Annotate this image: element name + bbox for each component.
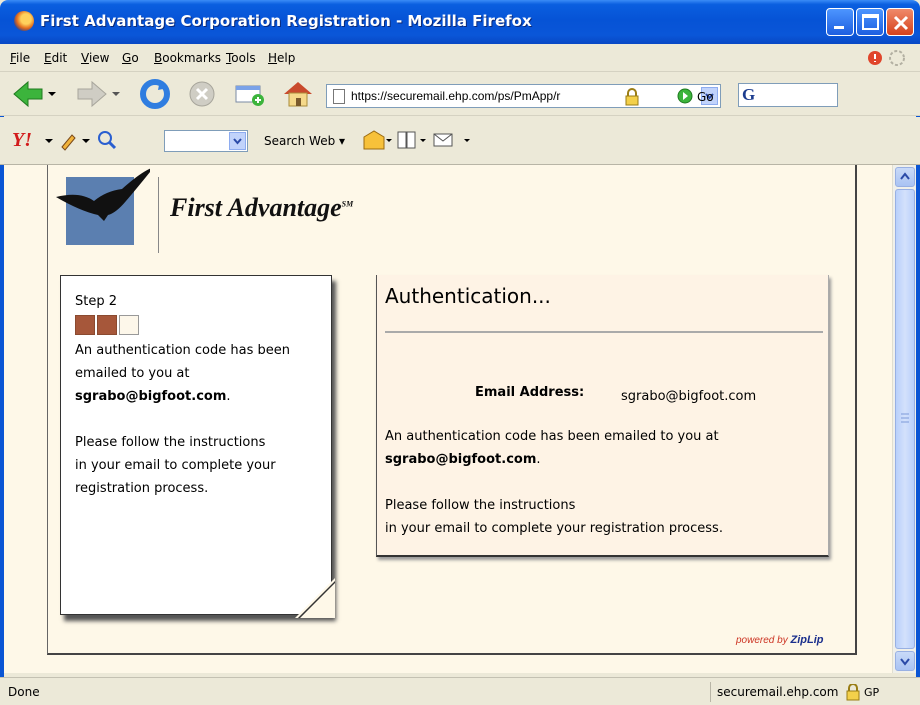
step-card: Step 2 An authentication code has been e… — [60, 275, 335, 618]
menu-edit[interactable]: Edit — [44, 51, 67, 65]
email-address-value: sgrabo@bigfoot.com — [621, 389, 757, 404]
auth-email-line: sgrabo@bigfoot.com. — [385, 448, 825, 471]
google-icon: G — [742, 85, 756, 104]
logo-divider — [158, 177, 159, 253]
menu-view[interactable]: View — [81, 51, 109, 65]
url-bar[interactable]: https://securemail.ehp.com/ps/PmApp/r — [326, 84, 721, 108]
page-icon — [333, 89, 345, 104]
bookmarks-icon[interactable] — [396, 129, 428, 154]
maximize-button[interactable] — [856, 8, 884, 36]
powered-by-ziplip[interactable]: powered by ZipLip — [736, 634, 823, 646]
lock-icon — [623, 88, 641, 109]
go-button[interactable]: Go — [697, 90, 714, 104]
yahoo-search-input[interactable] — [164, 130, 248, 152]
yahoo-search-dropdown[interactable] — [229, 132, 246, 150]
step-email-line: sgrabo@bigfoot.com. — [75, 385, 290, 408]
email-address-label: Email Address: — [475, 385, 585, 400]
status-bar: Done securemail.ehp.com GP — [0, 677, 920, 704]
search-web-button[interactable]: Search Web ▾ — [264, 134, 345, 148]
progress-step-2 — [97, 315, 117, 335]
close-button[interactable] — [886, 8, 914, 36]
step-message-line1: An authentication code has been — [75, 343, 290, 358]
minimize-button[interactable] — [826, 8, 854, 36]
auth-title: Authentication... — [385, 284, 551, 308]
step-instruction-line2: in your email to complete your — [75, 458, 276, 473]
service-mark: SM — [341, 199, 354, 209]
menu-help[interactable]: Help — [268, 51, 295, 65]
page-frame: First AdvantageSM Step 2 An authenticati… — [47, 165, 857, 655]
menu-go[interactable]: Go — [122, 51, 139, 65]
progress-step-1 — [75, 315, 95, 335]
company-logo-mark — [56, 168, 150, 245]
google-search-box[interactable]: G — [738, 83, 838, 107]
scroll-down-button[interactable] — [895, 651, 915, 671]
step-email: sgrabo@bigfoot.com — [75, 389, 227, 404]
menu-tools[interactable]: Tools — [226, 51, 256, 65]
back-icon[interactable] — [10, 78, 56, 113]
search-web-label: Search Web — [264, 134, 336, 148]
secure-lock-icon[interactable] — [844, 683, 862, 705]
mail-icon[interactable] — [432, 129, 472, 154]
scroll-thumb[interactable] — [895, 189, 915, 649]
go-icon[interactable] — [676, 87, 694, 108]
menu-bar: File Edit View Go Bookmarks Tools Help — [0, 44, 920, 72]
powered-by-label: powered by — [736, 635, 788, 646]
chevron-down-icon[interactable] — [44, 135, 54, 149]
pencil-icon[interactable] — [58, 129, 92, 154]
ziplip-brand: ZipLip — [790, 634, 824, 646]
title-bar: First Advantage Corporation Registration… — [0, 0, 920, 44]
stop-icon[interactable] — [186, 78, 218, 113]
authentication-panel: Authentication... Email Address: sgrabo@… — [376, 275, 829, 557]
auth-email: sgrabo@bigfoot.com — [385, 452, 537, 467]
company-logo-text: First AdvantageSM — [170, 193, 353, 223]
throbber-icon — [889, 50, 905, 66]
auth-message: An authentication code has been emailed … — [385, 425, 825, 540]
yahoo-toolbar: Y! Search Web ▾ — [0, 117, 920, 165]
status-domain: securemail.ehp.com — [710, 682, 840, 702]
mail-alert-icon[interactable] — [362, 129, 392, 154]
new-window-icon[interactable] — [232, 78, 268, 113]
yahoo-logo[interactable]: Y! — [12, 129, 32, 152]
auth-period: . — [536, 452, 541, 467]
menu-file[interactable]: File — [10, 51, 30, 65]
status-extension: GP — [864, 686, 880, 699]
step-content: Step 2 An authentication code has been e… — [75, 290, 290, 500]
url-text[interactable]: https://securemail.ehp.com/ps/PmApp/r — [351, 89, 619, 103]
step-period: . — [226, 389, 231, 404]
vertical-scrollbar[interactable] — [892, 165, 916, 673]
firefox-icon — [14, 11, 34, 31]
scroll-up-button[interactable] — [895, 167, 915, 187]
menu-bookmarks[interactable]: Bookmarks — [154, 51, 221, 65]
step-progress — [75, 315, 290, 335]
progress-step-3 — [119, 315, 139, 335]
auth-instruction-line1: Please follow the instructions — [385, 498, 576, 513]
page-viewport: First AdvantageSM Step 2 An authenticati… — [4, 165, 892, 673]
step-label: Step 2 — [75, 294, 118, 309]
status-text: Done — [8, 685, 40, 699]
step-message-line2: emailed to you at — [75, 366, 190, 381]
auth-instruction-line2: in your email to complete your registrat… — [385, 521, 723, 536]
window-title: First Advantage Corporation Registration… — [40, 12, 532, 30]
forward-icon[interactable] — [74, 78, 120, 113]
auth-message-line1: An authentication code has been emailed … — [385, 429, 719, 444]
logo-name: First Advantage — [170, 193, 342, 222]
reload-icon[interactable] — [138, 78, 172, 113]
search-icon[interactable] — [96, 129, 118, 154]
update-icons — [866, 49, 908, 70]
page-curl — [295, 578, 335, 618]
step-instruction-line3: registration process. — [75, 481, 209, 496]
home-icon[interactable] — [280, 78, 316, 113]
step-instruction-line1: Please follow the instructions — [75, 435, 266, 450]
auth-divider — [385, 331, 823, 333]
